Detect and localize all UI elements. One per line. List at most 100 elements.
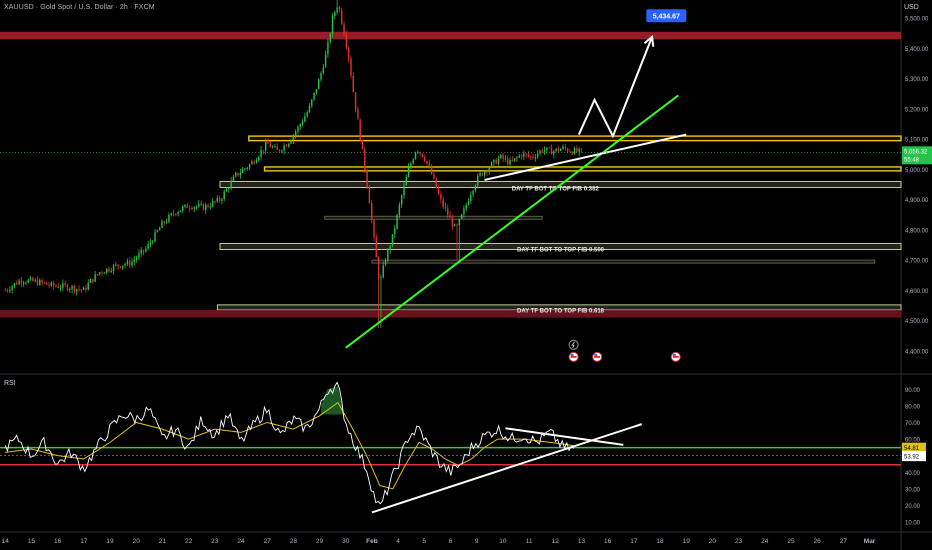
candle-body <box>214 201 216 203</box>
candle-body <box>255 160 258 164</box>
candle-body <box>506 158 509 165</box>
candle-body <box>248 164 251 168</box>
candle-body <box>299 124 301 127</box>
candle-body <box>101 272 103 274</box>
candle-body <box>313 92 315 100</box>
candle-body <box>412 159 414 164</box>
time-tick-31: 26 <box>814 538 822 545</box>
rsi-indicator-label: RSI <box>4 380 16 387</box>
candle-body <box>281 150 283 152</box>
candle-body <box>308 105 311 113</box>
candle-body <box>207 204 209 207</box>
chart-stage: DAY TF BOT TO TOP FIB 0.382DAY TF BOT TO… <box>0 0 932 550</box>
candle-body <box>458 218 461 226</box>
candle-body <box>532 156 534 158</box>
candle-body <box>48 284 50 286</box>
price-tick-3: 5,200.00 <box>905 107 929 113</box>
price-tick-9: 4,600.00 <box>905 289 929 295</box>
time-tick-19: 10 <box>499 538 507 545</box>
candle-body <box>186 204 189 209</box>
candle-body <box>426 160 428 164</box>
candle-body <box>11 286 13 291</box>
candle-body <box>474 185 477 191</box>
time-tick-6: 21 <box>159 538 167 545</box>
us-flag-canton <box>594 353 598 356</box>
fib-label-1: DAY TF BOT TO TOP FIB 0.500 <box>517 248 605 254</box>
time-tick-23: 16 <box>604 538 612 545</box>
candle-body <box>477 175 479 186</box>
candle-body <box>94 274 96 282</box>
candle-body <box>188 208 191 210</box>
time-tick-12: 29 <box>316 538 324 545</box>
chart-canvas[interactable]: DAY TF BOT TO TOP FIB 0.382DAY TF BOT TO… <box>0 0 932 550</box>
candle-body <box>398 204 401 215</box>
candle-body <box>394 228 396 235</box>
zone-fib_dim-4 <box>324 215 543 220</box>
candle-body <box>73 286 76 292</box>
candle-body <box>334 12 336 17</box>
candle-body <box>16 283 18 285</box>
candle-body <box>135 257 138 260</box>
candle-body <box>221 199 223 201</box>
us-flag-stripe <box>594 355 601 358</box>
candle-body <box>239 172 242 176</box>
candle-body <box>523 153 525 157</box>
time-tick-11: 28 <box>290 538 298 545</box>
candle-body <box>142 249 145 252</box>
candle-body <box>131 261 133 266</box>
currency-label: USD <box>904 4 919 11</box>
candle-body <box>66 284 69 290</box>
zone-support-1 <box>248 135 902 142</box>
us-flag-canton <box>672 353 676 356</box>
candle-body <box>264 142 267 151</box>
fib-label-2: DAY TF BOT TO TOP FIB 0.618 <box>517 309 605 315</box>
candle-body <box>576 148 578 152</box>
time-tick-24: 17 <box>630 538 638 545</box>
candle-body <box>304 116 306 122</box>
candle-body <box>75 289 78 292</box>
candle-body <box>117 264 119 267</box>
candle-body <box>511 160 514 162</box>
candle-body <box>550 147 553 155</box>
candle-body <box>228 188 230 190</box>
event-icon-1 <box>568 351 579 362</box>
us-flag-canton <box>570 353 574 356</box>
candle-body <box>317 79 320 90</box>
time-tick-26: 19 <box>683 538 691 545</box>
candle-body <box>343 23 345 35</box>
time-tick-16: 5 <box>422 538 426 545</box>
candle-body <box>283 145 285 151</box>
time-tick-33: Mar <box>864 538 876 545</box>
candle-body <box>407 167 410 177</box>
candle-body <box>516 157 518 159</box>
candle-body <box>354 92 357 110</box>
candle-body <box>435 178 437 189</box>
candle-body <box>262 150 265 152</box>
candle-body <box>347 47 350 59</box>
candle-body <box>440 194 442 200</box>
price-tick-0: 5,500.00 <box>905 17 929 23</box>
candle-body <box>251 161 253 165</box>
candle-body <box>497 158 500 164</box>
us-flag-stripe <box>570 355 577 358</box>
candle-body <box>543 150 546 152</box>
candle-body <box>483 171 486 176</box>
time-tick-18: 9 <box>475 538 479 545</box>
time-tick-8: 23 <box>211 538 219 545</box>
price-tick-2: 5,300.00 <box>905 77 929 83</box>
zone-demand-8 <box>0 310 901 318</box>
candle-body <box>149 242 152 245</box>
rsi-tick-6: 30.00 <box>905 487 921 493</box>
candle-body <box>453 224 456 227</box>
candle-body <box>271 146 274 148</box>
price-tick-1: 5,400.00 <box>905 47 929 53</box>
candle-body <box>451 217 454 227</box>
time-tick-2: 16 <box>54 538 62 545</box>
candle-body <box>456 224 458 226</box>
candle-body <box>384 260 387 266</box>
price-tick-8: 4,700.00 <box>905 259 929 265</box>
candle-body <box>536 153 539 158</box>
candle-body <box>433 174 435 179</box>
candle-body <box>518 155 520 158</box>
candle-body <box>9 290 11 292</box>
